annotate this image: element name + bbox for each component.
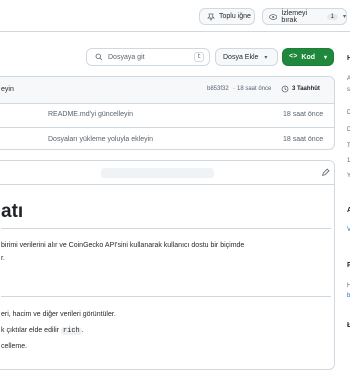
chevron-down-icon: ▾ xyxy=(264,54,268,61)
go-to-file-input[interactable]: Dosyaya git t xyxy=(86,48,210,66)
file-commit-time: 18 saat önce xyxy=(283,111,324,118)
pin-icon xyxy=(207,13,215,21)
file-list: eyin b853f32 · 18 saat önce 3 Taahhüt RE… xyxy=(0,76,335,150)
search-placeholder: Dosyaya git xyxy=(108,53,145,61)
chevron-down-icon: ▾ xyxy=(323,54,327,61)
code-brackets-icon: <> xyxy=(289,53,298,61)
title-divider xyxy=(1,228,331,229)
history-icon xyxy=(281,85,289,93)
pin-button[interactable]: Toplu iğne xyxy=(199,8,255,25)
readme-tab-placeholder xyxy=(101,168,214,178)
feature-text-end: . xyxy=(81,327,84,334)
chevron-down-icon: ▾ xyxy=(342,14,346,20)
file-commit-message[interactable]: Dosyaları yükleme yoluyla ekleyin xyxy=(48,136,153,143)
readme-description-line1: birimi verilerini alır ve CoinGecko API'… xyxy=(1,242,245,249)
repo-header-bar: Toplu iğne İzlemeyi bırak 1 ▾ xyxy=(0,0,350,32)
latest-commit-bar: eyin b853f32 · 18 saat önce 3 Taahhüt xyxy=(0,77,334,104)
commits-link[interactable]: 3 Taahhüt xyxy=(281,85,320,93)
feature-text: k çıktılar elde edilir xyxy=(1,327,59,334)
edit-pencil-icon[interactable] xyxy=(321,168,330,177)
readme-header: ≡ xyxy=(0,161,334,185)
watch-label: İzlemeyi bırak xyxy=(281,9,308,24)
commit-time: 18 saat önce xyxy=(237,86,272,92)
code-button[interactable]: <> Kod ▾ xyxy=(282,48,334,66)
eye-icon xyxy=(269,13,278,20)
commits-label: 3 Taahhüt xyxy=(292,86,320,92)
feature-item: eri, hacim ve diğer verileri görüntüler. xyxy=(1,311,116,318)
file-row[interactable]: Dosyaları yükleme yoluyla ekleyin 18 saa… xyxy=(0,127,334,149)
watch-count: 1 xyxy=(326,13,338,20)
readme-title: atı xyxy=(1,201,24,222)
pin-label: Toplu iğne xyxy=(219,13,251,20)
file-commit-message[interactable]: README.md'yi güncelleyin xyxy=(48,111,133,118)
add-file-button[interactable]: Dosya Ekle ▾ xyxy=(215,48,278,66)
inline-code: rich xyxy=(60,327,82,335)
readme-description-line2: r. xyxy=(1,255,5,262)
add-file-label: Dosya Ekle xyxy=(223,53,259,61)
file-commit-time: 18 saat önce xyxy=(283,136,324,143)
feature-item: celleme. xyxy=(1,343,28,350)
code-label: Kod xyxy=(301,53,316,61)
latest-commit-message[interactable]: eyin xyxy=(1,86,14,93)
file-row[interactable]: README.md'yi güncelleyin 18 saat önce xyxy=(0,103,334,126)
commit-hash[interactable]: b853f32 xyxy=(207,86,229,92)
search-shortcut-key: t xyxy=(194,52,204,62)
unwatch-button[interactable]: İzlemeyi bırak 1 ▾ xyxy=(262,8,347,25)
feature-item: k çıktılar elde edilir rich. xyxy=(1,327,84,335)
search-icon xyxy=(95,53,103,61)
readme-panel: ≡ atı birimi verilerini alır ve CoinGeck… xyxy=(0,160,335,370)
section-divider xyxy=(1,296,331,297)
